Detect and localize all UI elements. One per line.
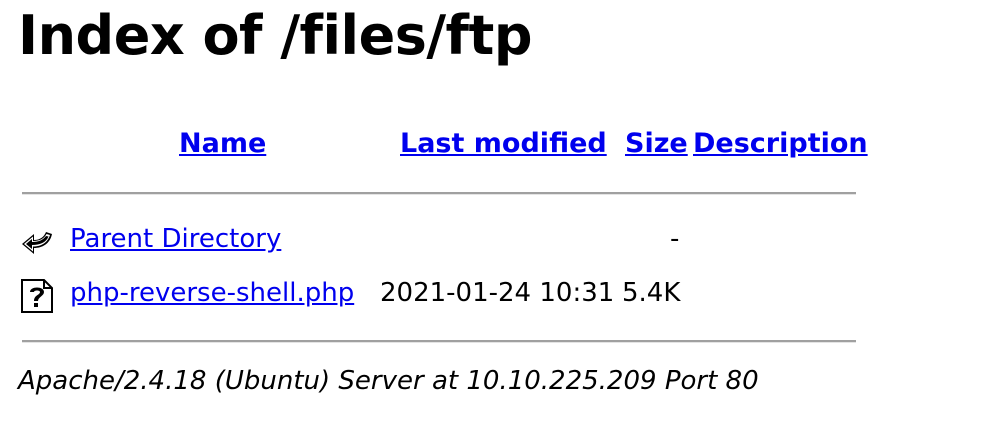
table-row: php-reverse-shell.php 2021-01-24 10:31 5… [18,274,858,314]
page-title: Index of /files/ftp [18,4,533,67]
sort-by-size-link[interactable]: Size [625,128,688,159]
column-header-size[interactable]: Size [625,127,688,161]
file-last-modified: 2021-01-24 10:31 [380,278,615,308]
sort-by-last-modified-link[interactable]: Last modified [400,128,607,159]
file-size: - [670,224,680,254]
back-arrow-icon [20,224,54,258]
table-row: Parent Directory - [18,220,858,260]
header-divider [22,192,856,195]
file-link-php-reverse-shell[interactable]: php-reverse-shell.php [70,276,354,310]
server-signature: Apache/2.4.18 (Ubuntu) Server at 10.10.2… [18,366,759,396]
file-link-parent-directory[interactable]: Parent Directory [70,222,281,256]
column-header-last-modified[interactable]: Last modified [400,127,607,161]
sort-by-description-link[interactable]: Description [693,128,868,159]
footer-divider [22,340,856,343]
column-header-name[interactable]: Name [179,127,266,161]
file-size: 5.4K [622,278,681,308]
sort-by-name-link[interactable]: Name [179,128,266,159]
column-header-description[interactable]: Description [693,127,868,161]
unknown-file-icon [20,278,54,313]
